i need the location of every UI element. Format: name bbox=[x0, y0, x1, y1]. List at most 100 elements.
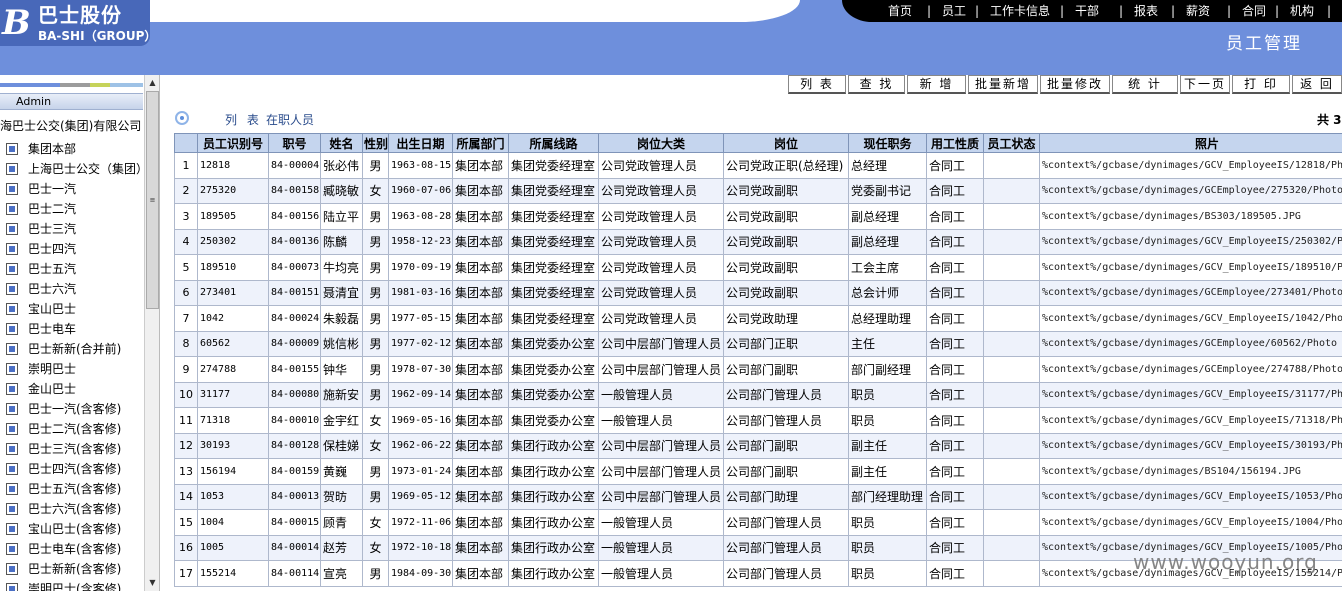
column-header[interactable]: 岗位大类 bbox=[598, 133, 724, 153]
toolbar-button[interactable]: 查 找 bbox=[848, 75, 905, 94]
toolbar-button[interactable]: 列 表 bbox=[788, 75, 846, 94]
toolbar-button[interactable]: 统 计 bbox=[1112, 75, 1178, 94]
nav-link[interactable]: 干部 bbox=[1075, 4, 1099, 18]
table-cell: 1962-09-14 bbox=[388, 381, 453, 408]
tree-node[interactable]: 巴士五汽(含客修) bbox=[0, 479, 143, 499]
table-row[interactable]: 12 30193 84-00128 保桂娣女 1962-06-22 集团本部 集团行政办公室… bbox=[174, 432, 1342, 459]
tree-node[interactable]: 崇明巴士(含客修) bbox=[0, 579, 143, 591]
org-node-icon bbox=[6, 183, 18, 195]
table-row[interactable]: 11 71318 84-00010 金宇红女 1969-05-16 集团本部 集团党委办公室… bbox=[174, 407, 1342, 434]
column-header[interactable]: 所属线路 bbox=[508, 133, 599, 153]
row-number-cell: 4 bbox=[174, 228, 198, 255]
tree-node[interactable]: 巴士六汽(含客修) bbox=[0, 499, 143, 519]
table-cell: 女 bbox=[362, 534, 389, 561]
table-cell: 公司党政管理人员 bbox=[598, 254, 724, 281]
table-row[interactable]: 13 156194 84-00159 黄巍男 1973-01-24 集团本部 集团行政办公室… bbox=[174, 458, 1342, 485]
table-cell: 集团党委经理室 bbox=[508, 254, 599, 281]
nav-link[interactable]: 工作卡信息 bbox=[990, 4, 1050, 18]
column-header[interactable]: 照片 bbox=[1039, 133, 1342, 153]
tree-node-label: 巴士六汽 bbox=[28, 282, 77, 296]
table-row[interactable]: 14 1053 84-00013 贺昉男 1969-05-12 集团本部 集团行政办公室 公司… bbox=[174, 483, 1342, 510]
table-row[interactable]: 2 275320 84-00158 臧晓敏女 1960-07-06 集团本部 集团党委经理室… bbox=[174, 177, 1342, 204]
table-cell: 男 bbox=[362, 203, 389, 230]
scroll-down-arrow-icon[interactable]: ▼ bbox=[145, 576, 159, 590]
nav-link[interactable]: 薪资 bbox=[1186, 4, 1210, 18]
tree-node[interactable]: 金山巴士 bbox=[0, 379, 143, 399]
tree-node-label: 巴士五汽 bbox=[28, 262, 77, 276]
column-header[interactable]: 职号 bbox=[268, 133, 321, 153]
tree-node[interactable]: 崇明巴士 bbox=[0, 359, 143, 379]
table-row[interactable]: 3 189505 84-00156 陆立平男 1963-08-28 集团本部 集团党委经理室… bbox=[174, 203, 1342, 230]
toolbar-button[interactable]: 打 印 bbox=[1232, 75, 1290, 94]
tree-root-node[interactable]: 海巴士公交(集团)有限公司 bbox=[0, 119, 141, 133]
toolbar-button[interactable]: 批量新增 bbox=[968, 75, 1038, 94]
tree-node[interactable]: 巴士一汽 bbox=[0, 179, 143, 199]
tree-node[interactable]: 巴士三汽(含客修) bbox=[0, 439, 143, 459]
table-cell: 1970-09-19 bbox=[388, 254, 453, 281]
column-header[interactable]: 现任职务 bbox=[848, 133, 927, 153]
column-header[interactable]: 出生日期 bbox=[388, 133, 453, 153]
toolbar-button[interactable]: 新 增 bbox=[907, 75, 966, 94]
tree-node[interactable]: 巴士四汽 bbox=[0, 239, 143, 259]
column-header[interactable]: 员工识别号 bbox=[197, 133, 269, 153]
table-row[interactable]: 8 60562 84-00009 姚信彬男 1977-02-12 集团本部 集团党委办公室公… bbox=[174, 330, 1342, 357]
table-cell bbox=[983, 432, 1040, 459]
table-row[interactable]: 4 250302 84-00136 陈麟男 1958-12-23 集团本部 集团党委经理室公… bbox=[174, 228, 1342, 255]
toolbar-button[interactable]: 批量修改 bbox=[1040, 75, 1110, 94]
table-row[interactable]: 9 274788 84-00155 钟华男 1978-07-30 集团本部 集团党委办公室公… bbox=[174, 356, 1342, 383]
column-header[interactable]: 姓名 bbox=[320, 133, 363, 153]
tree-node[interactable]: 上海巴士公交（集团） bbox=[0, 159, 148, 179]
column-header[interactable]: 用工性质 bbox=[926, 133, 984, 153]
column-header[interactable]: 性别 bbox=[362, 133, 389, 153]
table-row[interactable]: 5 189510 84-00073 牛均亮男 1970-09-19 集团本部 集团党委经理室… bbox=[174, 254, 1342, 281]
tree-node[interactable]: 巴士四汽(含客修) bbox=[0, 459, 143, 479]
nav-link[interactable]: 员工 bbox=[942, 4, 966, 18]
table-cell: 集团行政办公室 bbox=[508, 534, 599, 561]
nav-link[interactable]: 首页 bbox=[888, 4, 912, 18]
org-tree: 集团本部 上海巴士公交（集团） 巴士一汽 巴士二汽 巴士三汽 巴士四汽巴士五汽巴士六汽宝山… bbox=[0, 139, 148, 591]
nav-link[interactable]: 机构 bbox=[1290, 4, 1314, 18]
row-number-cell: 2 bbox=[174, 177, 198, 204]
tree-node[interactable]: 宝山巴士(含客修) bbox=[0, 519, 143, 539]
tree-node-label: 巴士四汽(含客修) bbox=[28, 462, 122, 476]
tree-node[interactable]: 巴士一汽(含客修) bbox=[0, 399, 143, 419]
table-row[interactable]: 10 31177 84-00080 施新安男 1962-09-14 集团本部 集团党委办公室… bbox=[174, 381, 1342, 408]
table-cell: 集团本部 bbox=[452, 279, 509, 306]
table-cell: 集团党委经理室 bbox=[508, 279, 599, 306]
table-cell: 保桂娣 bbox=[320, 432, 363, 459]
column-header[interactable]: 所属部门 bbox=[452, 133, 509, 153]
toolbar-button[interactable]: 返 回 bbox=[1292, 75, 1342, 94]
scroll-up-arrow-icon[interactable]: ▲ bbox=[145, 76, 159, 90]
table-row[interactable]: 7 1042 84-00024 朱毅磊男 1977-05-15 集团本部 集团党委经理室 公司… bbox=[174, 305, 1342, 332]
table-cell: 工会主席 bbox=[848, 254, 927, 281]
tree-node[interactable]: 集团本部 bbox=[0, 139, 143, 159]
table-row[interactable]: 1 12818 84-00004 张必伟男 1963-08-15 集团本部 集团党委经理室公… bbox=[174, 152, 1342, 179]
tree-node[interactable]: 巴士新新(含客修) bbox=[0, 559, 143, 579]
table-row[interactable]: 15 1004 84-00015 顾青女 1972-11-06 集团本部 集团行政办公室 一般… bbox=[174, 509, 1342, 536]
table-cell: 女 bbox=[362, 177, 389, 204]
table-cell: 集团本部 bbox=[452, 509, 509, 536]
tree-node[interactable]: 巴士电车(含客修) bbox=[0, 539, 143, 559]
tree-node[interactable]: 巴士新新(合并前) bbox=[0, 339, 143, 359]
tree-node[interactable]: 宝山巴士 bbox=[0, 299, 143, 319]
toolbar-button[interactable]: 下一页 bbox=[1180, 75, 1230, 94]
tree-node[interactable]: 巴士六汽 bbox=[0, 279, 143, 299]
list-view-label[interactable]: 列 表 bbox=[225, 111, 262, 128]
tree-node[interactable]: 巴士二汽(含客修) bbox=[0, 419, 143, 439]
tree-node[interactable]: 巴士五汽 bbox=[0, 259, 143, 279]
table-cell: %context%/gcbase/dynimages/GCV_EmployeeI… bbox=[1039, 152, 1342, 179]
column-header[interactable]: 员工状态 bbox=[983, 133, 1040, 153]
nav-link[interactable]: 报表 bbox=[1134, 4, 1158, 18]
app-header: B 巴士股份 BA-SHI（GROUP） 首页 | 员工 | 工作卡信息 | 干部 | 报表 | 薪… bbox=[0, 0, 1342, 75]
column-header[interactable]: 岗位 bbox=[723, 133, 849, 153]
tree-node[interactable]: 巴士电车 bbox=[0, 319, 143, 339]
table-cell: 1978-07-30 bbox=[388, 356, 453, 383]
table-cell: %context%/gcbase/dynimages/GCV_EmployeeI… bbox=[1039, 381, 1342, 408]
table-cell: 集团党委办公室 bbox=[508, 407, 599, 434]
table-row[interactable]: 6 273401 84-00151 聂清宜男 1981-03-16 集团本部 集团党委经理室… bbox=[174, 279, 1342, 306]
tree-node[interactable]: 巴士三汽 bbox=[0, 219, 143, 239]
tree-node[interactable]: 巴士二汽 bbox=[0, 199, 143, 219]
sidebar-scrollbar[interactable]: ▲ ≡ ▼ bbox=[144, 75, 159, 591]
nav-link[interactable]: 合同 bbox=[1242, 4, 1266, 18]
employment-status-filter[interactable]: 在职人员 bbox=[266, 111, 314, 128]
